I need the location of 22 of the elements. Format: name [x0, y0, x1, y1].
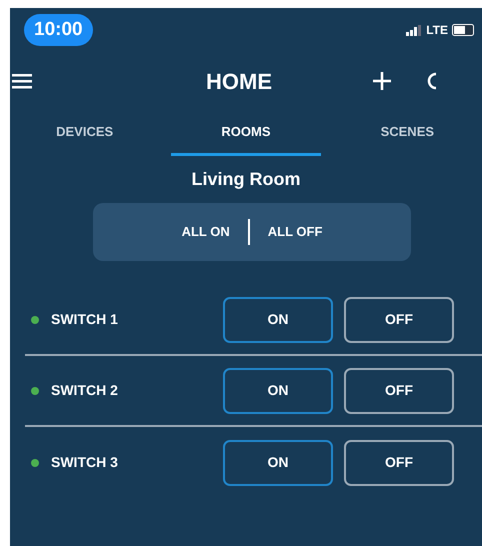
plus-icon[interactable] — [372, 71, 392, 91]
network-label: LTE — [426, 22, 448, 39]
all-on-button[interactable]: ALL ON — [172, 222, 240, 242]
room-title: Living Room — [192, 168, 300, 191]
status-time: 10:00 — [24, 14, 93, 46]
tab[interactable]: SCENES — [332, 110, 482, 156]
tab[interactable]: ROOMS — [171, 110, 321, 156]
on-button[interactable]: ON — [223, 440, 333, 486]
battery-icon — [452, 24, 474, 36]
switch-name: SWITCH 1 — [51, 310, 119, 329]
signal-icon — [406, 24, 422, 36]
tab[interactable]: DEVICES — [10, 110, 160, 156]
switch-name: SWITCH 2 — [51, 381, 119, 400]
menu-icon[interactable] — [12, 73, 32, 89]
all-off-button[interactable]: ALL OFF — [258, 222, 332, 242]
off-button[interactable]: OFF — [344, 368, 454, 414]
off-button[interactable]: OFF — [344, 440, 454, 486]
on-button[interactable]: ON — [223, 368, 333, 414]
page-title: HOME — [206, 68, 272, 96]
switch-name: SWITCH 3 — [51, 453, 119, 472]
off-button[interactable]: OFF — [344, 296, 454, 342]
on-button[interactable]: ON — [223, 296, 333, 342]
